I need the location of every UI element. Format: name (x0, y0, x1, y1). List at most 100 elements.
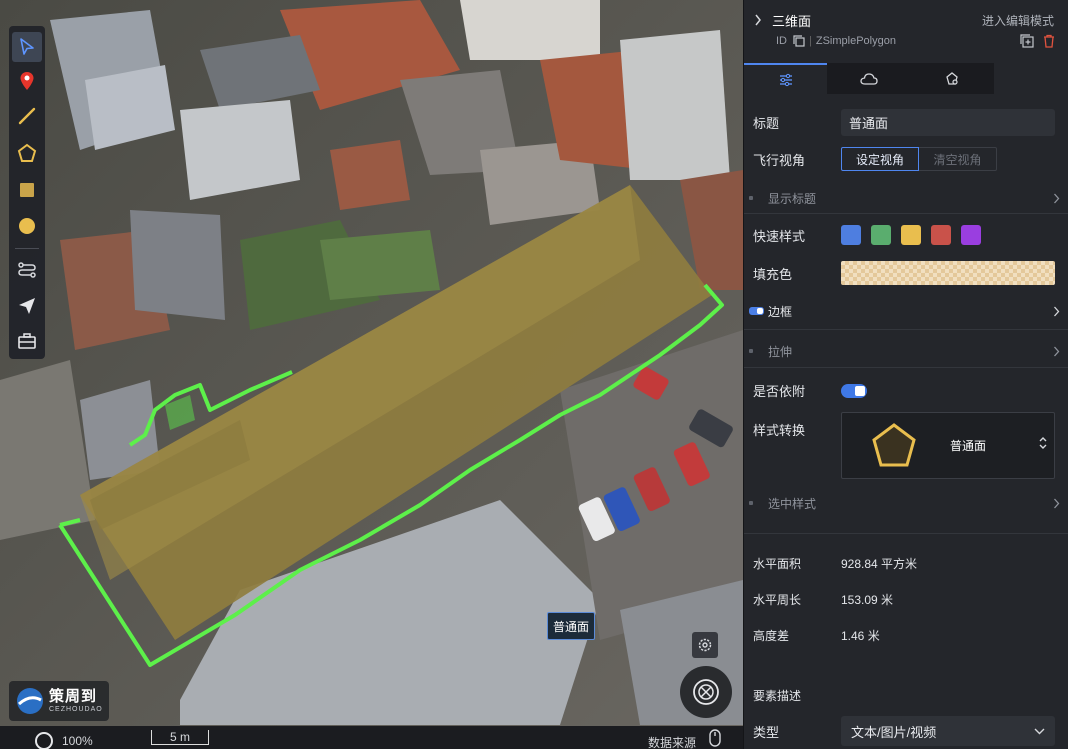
rectangle-draw-icon[interactable] (12, 175, 42, 205)
perimeter-label: 水平周长 (753, 593, 802, 607)
quick-style-blue[interactable] (841, 225, 861, 245)
title-input[interactable]: 普通面 (841, 109, 1055, 136)
chevron-updown-icon (1039, 437, 1047, 449)
tab-shape[interactable] (910, 63, 993, 94)
style-convert-row: 样式转换 普通面 (753, 412, 1056, 479)
aerial-scene (0, 0, 743, 749)
send-icon[interactable] (12, 291, 42, 321)
panel-title: 三维面 (772, 13, 812, 29)
gear-icon (698, 638, 712, 652)
cloud-icon (859, 72, 878, 85)
copy-icon[interactable] (793, 35, 805, 47)
chevron-right-icon (1054, 346, 1060, 356)
duplicate-icon[interactable] (1020, 34, 1034, 48)
map-view[interactable]: 普通面 策周到 CEZHOUDAO 100% 5 m 数据来源 (0, 0, 743, 749)
map-marker-icon[interactable] (12, 66, 42, 96)
quick-style-green[interactable] (871, 225, 891, 245)
show-title-section[interactable]: 显示标题 (744, 183, 1068, 213)
divider (744, 533, 1068, 534)
divider (744, 329, 1068, 330)
area-label: 水平面积 (753, 557, 802, 571)
logo-name: 策周到 (49, 688, 98, 705)
chevron-right-icon (1054, 193, 1060, 203)
line-draw-icon[interactable] (12, 101, 42, 131)
chevron-right-icon[interactable] (754, 14, 762, 26)
brand-logo: 策周到 CEZHOUDAO (9, 681, 109, 721)
compass-control[interactable] (680, 666, 732, 718)
route-icon[interactable] (12, 255, 42, 285)
tab-style[interactable] (744, 63, 827, 94)
attach-toggle[interactable] (841, 383, 867, 398)
quick-style-label: 快速样式 (753, 228, 806, 244)
logo-subtitle: CEZHOUDAO (49, 706, 103, 713)
quick-style-row: 快速样式 (753, 225, 1056, 245)
type-select[interactable]: 文本/图片/视频 (841, 716, 1055, 746)
set-view-button[interactable]: 设定视角 (841, 147, 919, 171)
shape-edit-icon (945, 71, 958, 85)
description-row: 要素描述 (753, 687, 1056, 704)
quick-style-purple[interactable] (961, 225, 981, 245)
quick-style-yellow[interactable] (901, 225, 921, 245)
extrude-section[interactable]: 拉伸 (744, 336, 1068, 366)
height-value: 1.46 米 (841, 629, 880, 643)
area-row: 水平面积 928.84 平方米 (753, 555, 1056, 572)
scene-settings-button[interactable] (692, 632, 718, 658)
sliders-icon (779, 73, 792, 86)
toggle-off-indicator[interactable] (749, 196, 753, 200)
toolbar-divider (15, 248, 39, 249)
selected-style-section[interactable]: 选中样式 (744, 488, 1068, 518)
area-value: 928.84 平方米 (841, 557, 918, 571)
type-label: 类型 (753, 724, 780, 740)
title-label: 标题 (753, 116, 780, 131)
id-label: ID (776, 35, 787, 47)
style-convert-label: 样式转换 (753, 423, 806, 438)
zoom-level: 100% (62, 734, 93, 748)
view-label: 飞行视角 (753, 152, 806, 168)
id-separator: | (809, 35, 812, 47)
compass-icon (693, 679, 719, 705)
fill-color-picker[interactable] (841, 261, 1055, 285)
attach-label: 是否依附 (753, 384, 806, 399)
delete-icon[interactable] (1042, 34, 1056, 48)
chevron-right-icon (1054, 306, 1060, 316)
feature-label[interactable]: 普通面 (547, 612, 595, 640)
data-source-link[interactable]: 数据来源 (648, 734, 696, 749)
drawing-toolbar (9, 26, 45, 359)
mouse-icon[interactable] (708, 729, 722, 747)
clear-view-button[interactable]: 清空视角 (919, 147, 997, 171)
toggle-off-indicator[interactable] (749, 501, 753, 505)
circle-draw-icon[interactable] (12, 211, 42, 241)
scale-bar: 5 m (151, 730, 209, 745)
quick-style-red[interactable] (931, 225, 951, 245)
perimeter-value: 153.09 米 (841, 593, 894, 607)
toolbox-icon[interactable] (12, 326, 42, 356)
chevron-down-icon (1034, 728, 1045, 734)
extrude-label: 拉伸 (768, 344, 793, 359)
divider (744, 213, 1068, 214)
pentagon-icon (872, 422, 916, 466)
id-value: ZSimplePolygon (815, 35, 896, 47)
polygon-draw-icon[interactable] (12, 138, 42, 168)
description-label: 要素描述 (753, 689, 802, 703)
border-toggle[interactable] (749, 307, 764, 315)
zoom-circle-icon[interactable] (35, 732, 53, 749)
perimeter-row: 水平周长 153.09 米 (753, 591, 1056, 608)
border-section[interactable]: 边框 (744, 296, 1068, 326)
type-row: 类型 文本/图片/视频 (753, 716, 1056, 746)
show-title-label: 显示标题 (768, 191, 817, 206)
tab-cloud[interactable] (827, 63, 910, 94)
type-value: 文本/图片/视频 (851, 724, 937, 740)
toggle-off-indicator[interactable] (749, 349, 753, 353)
fill-row: 填充色 (753, 261, 1056, 285)
title-row: 标题 普通面 (753, 109, 1056, 136)
edit-mode-link[interactable]: 进入编辑模式 (982, 12, 1054, 29)
view-row: 飞行视角 设定视角 清空视角 (753, 147, 1056, 171)
chevron-right-icon (1054, 498, 1060, 508)
attach-row: 是否依附 (753, 381, 1056, 400)
selected-style-label: 选中样式 (768, 496, 817, 511)
style-convert-value: 普通面 (950, 439, 987, 453)
style-convert-select[interactable]: 普通面 (841, 412, 1055, 479)
status-bar: 100% 5 m 数据来源 (0, 726, 743, 749)
panel-tabs (744, 63, 994, 94)
select-arrow-icon[interactable] (12, 32, 42, 62)
